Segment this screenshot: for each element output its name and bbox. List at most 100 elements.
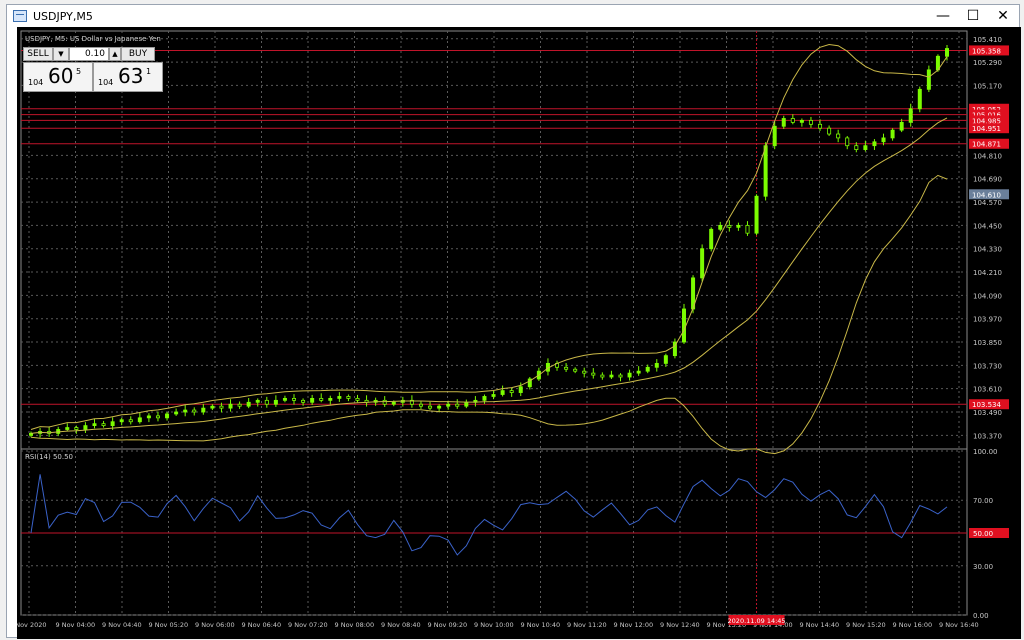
- candle: [681, 308, 686, 343]
- candle: [301, 399, 306, 403]
- chart-canvas[interactable]: 9 Nov 2020 9 Nov 04:00 9 Nov 04:40 9 Nov 05…: [17, 27, 1021, 639]
- close-button[interactable]: ✕: [995, 7, 1011, 25]
- price-tag-text: 103.534: [972, 401, 1001, 409]
- time-axis-label: 9 Nov 06:40: [242, 621, 282, 629]
- candle: [763, 145, 768, 197]
- candle: [600, 374, 605, 378]
- candle: [799, 120, 804, 123]
- candle: [346, 396, 351, 399]
- lot-increase-icon[interactable]: ▲: [109, 47, 121, 61]
- candle: [382, 399, 387, 405]
- candle: [945, 48, 950, 57]
- candle: [464, 401, 469, 407]
- minimize-button[interactable]: —: [935, 7, 951, 25]
- rsi-axis-label: 0.00: [973, 612, 989, 620]
- candle: [428, 405, 433, 409]
- candle: [609, 374, 614, 378]
- candle: [727, 224, 732, 228]
- candle: [627, 372, 632, 378]
- candle: [146, 415, 151, 419]
- price-tag-text: 104.610: [972, 191, 1001, 199]
- candle: [74, 427, 79, 430]
- candle: [872, 141, 877, 147]
- maximize-button[interactable]: ☐: [965, 7, 981, 25]
- candle: [210, 405, 215, 409]
- candle: [337, 396, 342, 399]
- price-axis-label: 104.210: [973, 269, 1002, 277]
- candle: [582, 370, 587, 374]
- price-axis-label: 103.850: [973, 339, 1002, 347]
- one-click-trading-panel: SELL ▼ 0.10 ▲ BUY 104 60 5 104 63 1: [23, 47, 163, 92]
- candle: [391, 401, 396, 405]
- candle: [319, 398, 324, 401]
- candle: [636, 370, 641, 374]
- price-tag-text: 105.358: [972, 47, 1001, 55]
- time-axis-label: 9 Nov 12:00: [614, 621, 654, 629]
- title-bar[interactable]: USDJPY,M5 — ☐ ✕: [7, 5, 1019, 27]
- time-axis-label: 9 Nov 05:20: [149, 621, 189, 629]
- candle: [92, 423, 97, 427]
- candle: [500, 390, 505, 395]
- chart-window-icon: [13, 10, 27, 22]
- candle: [754, 195, 759, 234]
- price-chart[interactable]: 9 Nov 2020 9 Nov 04:00 9 Nov 04:40 9 Nov 05…: [17, 27, 1021, 639]
- desktop: USDJPY,M5 — ☐ ✕ 9 Nov 20209 Nov 04:009 N…: [0, 0, 1024, 640]
- candle: [328, 398, 333, 401]
- candle: [201, 407, 206, 413]
- candle: [119, 419, 124, 423]
- time-axis-label: 9 Nov 14:40: [800, 621, 840, 629]
- candle: [854, 145, 859, 150]
- sell-button[interactable]: SELL: [23, 47, 53, 61]
- candle: [908, 108, 913, 123]
- window-controls: — ☐ ✕: [935, 7, 1011, 25]
- candle: [890, 129, 895, 139]
- chart-symbol-label: USDJPY, M5: US Dollar vs Japanese Yen: [25, 35, 161, 43]
- candle: [83, 425, 88, 430]
- rsi-indicator-label: RSI(14) 50.50: [25, 453, 73, 461]
- candle: [237, 403, 242, 407]
- rsi-axis-label: 30.00: [973, 563, 993, 571]
- price-axis-label: 104.690: [973, 176, 1002, 184]
- candle: [491, 394, 496, 397]
- candle: [736, 224, 741, 228]
- candle: [845, 137, 850, 147]
- candle: [183, 409, 188, 413]
- candle: [509, 390, 514, 393]
- candle: [863, 145, 868, 150]
- price-tag-text: 104.871: [972, 141, 1001, 149]
- candle: [219, 405, 224, 409]
- time-axis-label: 9 Nov 08:40: [381, 621, 421, 629]
- candle: [273, 399, 278, 405]
- buy-button[interactable]: BUY: [121, 47, 155, 61]
- candle: [917, 88, 922, 110]
- crosshair-time-text: 2020.11.09 14:45: [728, 617, 786, 625]
- candle: [137, 417, 142, 423]
- price-axis-label: 104.330: [973, 246, 1002, 254]
- candle: [418, 403, 423, 407]
- candle: [518, 386, 523, 393]
- time-axis-label: 9 Nov 08:00: [335, 621, 375, 629]
- lot-dropdown-icon[interactable]: ▼: [53, 47, 69, 61]
- buy-price[interactable]: 104 63 1: [93, 62, 163, 92]
- price-axis-label: 105.170: [973, 82, 1002, 90]
- time-axis-label: 9 Nov 15:20: [846, 621, 886, 629]
- candle: [264, 399, 269, 405]
- price-axis-label: 105.290: [973, 59, 1002, 67]
- candle: [155, 415, 160, 419]
- sell-price[interactable]: 104 60 5: [23, 62, 93, 92]
- chart-window: USDJPY,M5 — ☐ ✕ 9 Nov 20209 Nov 04:009 N…: [6, 4, 1021, 639]
- price-tag-text: 104.951: [972, 125, 1001, 133]
- candle: [564, 366, 569, 370]
- candle: [355, 398, 360, 401]
- candle: [455, 403, 460, 407]
- price-axis-label: 103.970: [973, 316, 1002, 324]
- lot-size-input[interactable]: 0.10: [69, 47, 109, 61]
- candle: [591, 372, 596, 376]
- time-axis-label: 9 Nov 12:40: [660, 621, 700, 629]
- candle: [573, 368, 578, 372]
- sell-price-prefix: 104: [28, 78, 44, 87]
- rsi-axis-label: 70.00: [973, 497, 993, 505]
- time-axis-label: 9 Nov 16:40: [939, 621, 979, 629]
- candle: [128, 419, 133, 423]
- price-axis-label: 104.450: [973, 222, 1002, 230]
